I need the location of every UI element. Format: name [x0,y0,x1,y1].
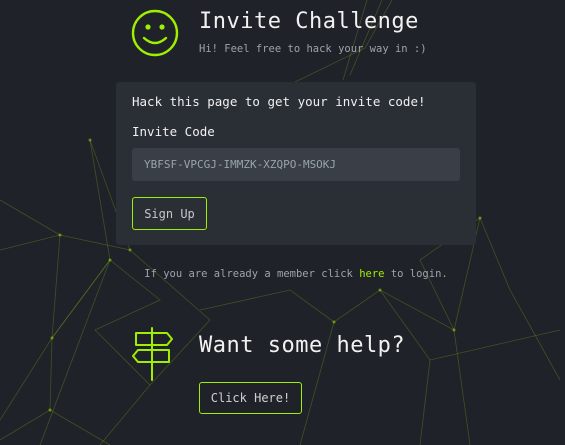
card-heading: Hack this page to get your invite code! [132,94,426,109]
login-link[interactable]: here [359,268,384,280]
smiley-face-icon [131,9,179,57]
help-title: Want some help? [199,333,406,358]
login-suffix: to login. [384,268,448,280]
invite-code-label: Invite Code [132,124,215,139]
login-prompt: If you are already a member click here t… [116,268,476,280]
login-prefix: If you are already a member click [144,268,360,280]
invite-card: Hack this page to get your invite code! … [116,82,476,245]
page-title: Invite Challenge [199,9,419,34]
invite-code-input[interactable] [132,148,460,181]
sign-up-button[interactable]: Sign Up [132,197,207,230]
click-here-button[interactable]: Click Here! [199,382,302,414]
signpost-icon [132,327,173,381]
page-subtitle: Hi! Feel free to hack your way in :) [199,43,427,55]
